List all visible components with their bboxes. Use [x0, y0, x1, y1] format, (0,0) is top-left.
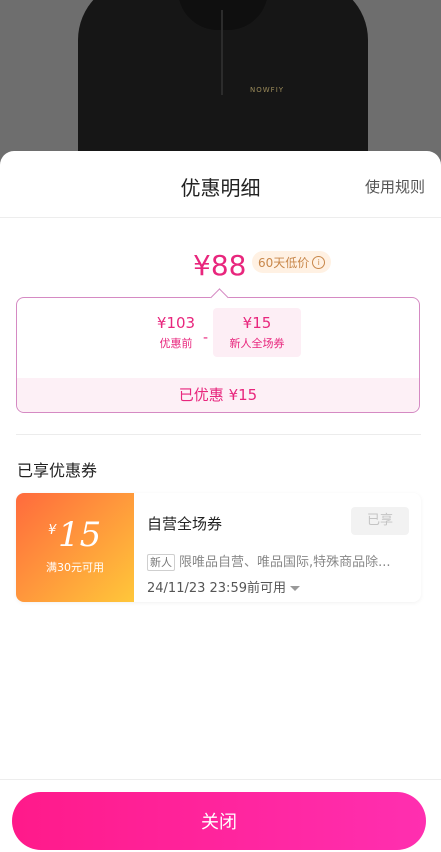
coupon-condition: 满30元可用: [46, 561, 104, 574]
low-price-label: 60天低价: [258, 255, 310, 270]
coupon-expiry-text: 24/11/23 23:59前可用: [147, 581, 286, 596]
coupon-value-panel: ¥ 15 满30元可用: [16, 493, 138, 602]
discount-detail-sheet: 优惠明细 使用规则 ¥88 60天低价 i ¥103 优惠前 - ¥15 新人全…: [0, 151, 441, 852]
brand-logo: NOWFIY: [250, 86, 285, 94]
new-user-tag: 新人: [147, 554, 175, 571]
info-icon[interactable]: i: [312, 255, 326, 269]
total-saved: 已优惠 ¥15: [17, 378, 419, 412]
low-price-badge[interactable]: 60天低价 i: [252, 251, 332, 273]
original-price-item: ¥103 优惠前: [144, 314, 208, 351]
usage-rules-link[interactable]: 使用规则: [365, 176, 425, 197]
price-calculation-box: ¥103 优惠前 - ¥15 新人全场券 已优惠 ¥15: [16, 297, 420, 413]
applied-coupons-title: 已享优惠券: [17, 461, 98, 480]
coupon-discount-item: ¥15 新人全场券: [213, 308, 301, 357]
chevron-down-icon[interactable]: [289, 586, 300, 591]
sheet-header: 优惠明细 使用规则: [0, 151, 441, 218]
original-price: ¥103: [156, 314, 196, 332]
coupon-discount-amount: ¥15: [242, 314, 272, 332]
footer-divider: [0, 779, 441, 780]
coupon-name: 自营全场券: [147, 515, 223, 533]
price-row: ¥88 60天低价 i: [0, 249, 441, 283]
coupon-currency: ¥: [48, 523, 57, 538]
coupon-expiry[interactable]: 24/11/23 23:59前可用: [147, 577, 300, 596]
coupon-description: 新人 限唯品自营、唯品国际,特殊商品除...: [147, 551, 409, 571]
product-image: NOWFIY: [0, 0, 441, 170]
coupon-scope-text: 限唯品自营、唯品国际,特殊商品除...: [179, 555, 391, 570]
final-price: ¥88: [193, 249, 247, 282]
close-button[interactable]: 关闭: [12, 792, 426, 850]
hoodie-zip: [221, 10, 223, 95]
minus-operator: -: [203, 330, 209, 346]
coupon-card: ¥ 15 满30元可用 自营全场券 已享 新人 限唯品自营、唯品国际,特殊商品除.…: [16, 493, 421, 602]
original-price-label: 优惠前: [159, 337, 193, 350]
coupon-status-button[interactable]: 已享: [351, 507, 409, 535]
coupon-value: 15: [58, 515, 102, 555]
section-divider: [16, 434, 421, 435]
coupon-discount-label: 新人全场券: [229, 337, 285, 350]
